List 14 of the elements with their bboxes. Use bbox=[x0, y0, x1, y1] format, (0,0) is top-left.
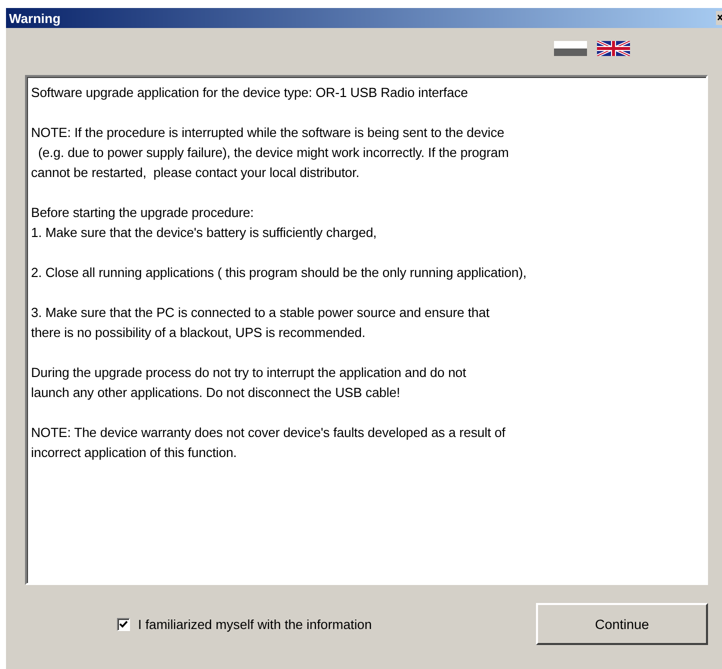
message-paragraph: 2. Close all running applications ( this program should be the only running application), bbox=[31, 264, 528, 282]
message-paragraph: Software upgrade application for the device type: OR-1 USB Radio interface bbox=[31, 84, 469, 102]
message-paragraph: Before starting the upgrade procedure: 1. Make sure that the device's battery is sufficiently charged, bbox=[31, 204, 378, 242]
message-paragraph: 3. Make sure that the PC is connected to a stable power source and ensure that there is no possibility of a blackout, UPS is recommended. bbox=[31, 304, 490, 342]
message-paragraph: During the upgrade process do not try to interrupt the application and do not launch any other applications. Do not disconnect the USB cable! bbox=[31, 364, 468, 402]
window-title: Warning bbox=[8, 10, 61, 26]
message-paragraph: NOTE: The device warranty does not cover device's faults developed as a result of incorrect application of this function. bbox=[31, 424, 506, 462]
continue-button[interactable]: Continue bbox=[536, 603, 708, 645]
checkbox[interactable] bbox=[117, 618, 130, 630]
close-icon[interactable] bbox=[716, 11, 722, 25]
flag-icon[interactable] bbox=[597, 41, 630, 56]
message-paragraph: NOTE: If the procedure is interrupted while the software is being sent to the device (e.g. due to power supply failure), the device might work incorrectly. If the program cannot be restarted, please contact your local distributor. bbox=[31, 124, 510, 182]
flag-icon[interactable] bbox=[554, 41, 587, 56]
checkbox-label: I familiarized myself with the information bbox=[138, 616, 372, 632]
